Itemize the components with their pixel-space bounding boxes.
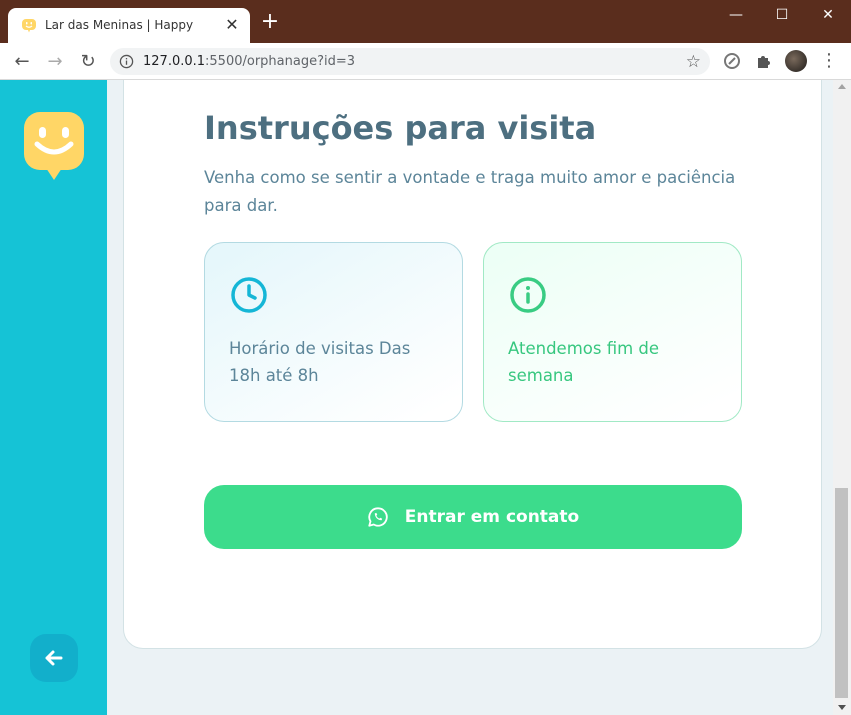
orphanage-details-card: Instruções para visita Venha como se sen…	[123, 80, 822, 649]
url-host: 127.0.0.1	[143, 54, 206, 69]
browser-title-bar: Lar das Meninas | Happy ✕ + — ☐ ✕	[0, 0, 851, 43]
contact-button-label: Entrar em contato	[404, 507, 580, 527]
menu-dots-icon[interactable]: ⋮	[820, 49, 838, 73]
back-nav-button[interactable]: ←	[10, 50, 34, 74]
star-icon[interactable]: ☆	[686, 52, 701, 71]
new-tab-button[interactable]: +	[260, 11, 280, 33]
avatar[interactable]	[785, 50, 807, 72]
scrollbar-thumb[interactable]	[835, 488, 848, 698]
extension-icon[interactable]	[722, 51, 742, 71]
info-icon[interactable]	[119, 54, 134, 69]
browser-toolbar: ← → ↻ 127.0.0.1:5500/orphanage?id=3 ☆ ⋮	[0, 43, 851, 80]
contact-button[interactable]: Entrar em contato	[204, 485, 742, 549]
window-minimize-button[interactable]: —	[713, 0, 759, 30]
page-title: Instruções para visita	[204, 109, 597, 147]
window-maximize-button[interactable]: ☐	[759, 0, 805, 30]
address-bar[interactable]: 127.0.0.1:5500/orphanage?id=3 ☆	[110, 48, 710, 75]
scroll-down-arrow-icon[interactable]	[838, 705, 846, 710]
url-path: :5500/orphanage?id=3	[205, 54, 356, 69]
main-content: Instruções para visita Venha como se sen…	[107, 80, 833, 715]
happy-favicon-icon	[22, 19, 36, 33]
forward-nav-button[interactable]: →	[43, 50, 67, 74]
visiting-hours-text: Horário de visitas Das 18h até 8h	[229, 339, 411, 385]
instructions-description: Venha como se sentir a vontade e traga m…	[204, 168, 736, 215]
sidebar	[0, 80, 107, 715]
window-close-button[interactable]: ✕	[805, 0, 851, 30]
happy-logo-icon	[24, 112, 84, 180]
info-circle-icon	[510, 277, 546, 313]
back-button[interactable]	[30, 634, 78, 682]
tab-close-icon[interactable]: ✕	[224, 17, 240, 33]
tab-title: Lar das Meninas | Happy	[45, 18, 194, 32]
browser-tab[interactable]: Lar das Meninas | Happy ✕	[8, 8, 250, 43]
scroll-up-arrow-icon[interactable]	[838, 84, 846, 89]
reload-button[interactable]: ↻	[76, 50, 100, 74]
whatsapp-icon	[368, 507, 388, 527]
clock-icon	[231, 277, 267, 313]
visiting-hours-card: Horário de visitas Das 18h até 8h	[204, 242, 463, 422]
arrow-left-icon	[45, 650, 63, 666]
url-text[interactable]: 127.0.0.1:5500/orphanage?id=3	[143, 54, 355, 69]
weekend-card: Atendemos fim de semana	[483, 242, 742, 422]
weekend-text: Atendemos fim de semana	[508, 339, 660, 385]
page-scrollbar[interactable]	[833, 80, 851, 715]
puzzle-icon[interactable]	[754, 51, 774, 71]
